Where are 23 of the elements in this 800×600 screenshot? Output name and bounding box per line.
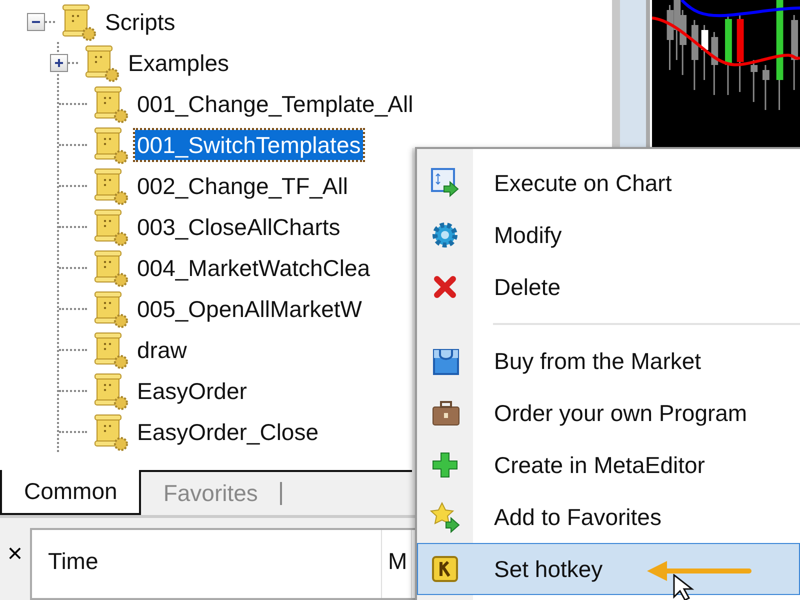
tree-item[interactable]: 002_Change_TF_All bbox=[135, 170, 350, 200]
column-header[interactable]: M bbox=[382, 530, 412, 598]
menu-item[interactable]: Add to Favorites bbox=[417, 491, 800, 543]
tree-item[interactable]: 001_Change_Template_All bbox=[135, 88, 416, 118]
menu-item[interactable]: Create in MetaEditor bbox=[417, 439, 800, 491]
tree-item[interactable]: draw bbox=[135, 334, 189, 364]
tree-item[interactable]: 001_SwitchTemplates bbox=[135, 130, 363, 160]
menu-item[interactable]: Modify bbox=[417, 209, 800, 261]
tree-item[interactable]: 003_CloseAllCharts bbox=[135, 212, 342, 242]
tree-item[interactable]: 004_MarketWatchClea bbox=[135, 252, 372, 282]
tree-item[interactable]: Examples bbox=[126, 48, 231, 78]
tree-item[interactable]: Scripts bbox=[103, 6, 178, 36]
menu-item[interactable]: Order your own Program bbox=[417, 387, 800, 439]
tree-item[interactable]: EasyOrder bbox=[135, 376, 249, 406]
close-button[interactable]: × bbox=[0, 540, 30, 566]
tab[interactable]: Common bbox=[0, 470, 142, 515]
menu-item[interactable]: Buy from the Market bbox=[417, 335, 800, 387]
menu-item[interactable]: Execute on Chart bbox=[417, 157, 800, 209]
menu-item[interactable]: Delete bbox=[417, 261, 800, 313]
column-header[interactable]: Time bbox=[32, 530, 382, 598]
tree-item[interactable]: 005_OpenAllMarketW bbox=[135, 294, 364, 324]
menu-item[interactable]: Set hotkey bbox=[417, 543, 800, 595]
tree-item[interactable]: EasyOrder_Close bbox=[135, 416, 321, 446]
